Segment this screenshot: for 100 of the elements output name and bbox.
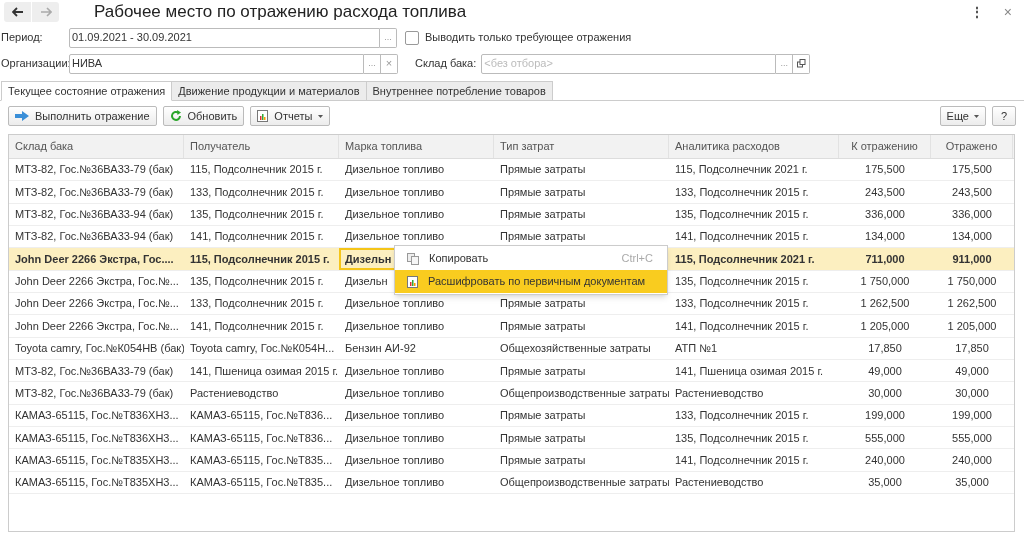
table-cell-text: John Deer 2266 Экстра, Гос.№... <box>15 296 179 312</box>
report-icon <box>257 110 269 122</box>
table-cell-text: 336,000 <box>865 207 905 223</box>
open-button[interactable] <box>793 53 811 74</box>
table-cell-text: Общепроизводственные затраты <box>500 385 669 401</box>
column-header[interactable]: Склад бака <box>9 135 184 158</box>
table-cell-text: Прямые затраты <box>500 363 586 379</box>
menu-item[interactable]: Расшифровать по первичным документам <box>395 270 667 293</box>
table-cell-text: 17,850 <box>868 341 902 357</box>
table-cell-text: Дизельное топливо <box>345 452 445 468</box>
table-cell-text: 1 750,000 <box>947 274 997 290</box>
table-cell-text: 133, Подсолнечник 2015 г. <box>675 184 809 200</box>
refresh-button[interactable]: Обновить <box>162 106 245 126</box>
menu-item[interactable]: Копировать Ctrl+C <box>395 247 667 270</box>
table-cell-text: Дизельн <box>345 274 388 290</box>
table-cell-text: Дизельное топливо <box>345 296 445 312</box>
open-window-icon <box>796 59 806 68</box>
table-cell-text: 133, Подсолнечник 2015 г. <box>190 184 324 200</box>
checkbox-label: Выводить только требующее отражения <box>425 30 632 46</box>
table-cell-text: 555,000 <box>865 430 905 446</box>
table-cell-text: 133, Подсолнечник 2015 г. <box>675 408 809 424</box>
table-cell-text: Растениеводство <box>675 475 764 491</box>
table-cell-text: Растениеводство <box>675 385 764 401</box>
table-cell-text: 135, Подсолнечник 2015 г. <box>675 430 809 446</box>
table-cell-text: 141, Подсолнечник 2015 г. <box>675 229 809 245</box>
table-cell-text: КАМАЗ-65115, Гос.№Т835ХН3... <box>15 452 179 468</box>
caret-icon <box>318 114 324 118</box>
table-cell-text: 49,000 <box>868 363 902 379</box>
table-cell-text: Прямые затраты <box>500 452 586 468</box>
window-title: Рабочее место по отражению расхода топлива <box>94 1 468 24</box>
back-button[interactable] <box>4 2 31 22</box>
table-cell-text: КАМАЗ-65115, Гос.№Т835... <box>190 475 333 491</box>
table-cell-text: Дизельное топливо <box>345 475 445 491</box>
column-header[interactable]: Получатель <box>184 135 339 158</box>
table-cell-text: 133, Подсолнечник 2015 г. <box>675 296 809 312</box>
table-cell-text: Дизельное топливо <box>345 318 445 334</box>
arrow-right-icon <box>39 7 52 17</box>
table-cell-text: КАМАЗ-65115, Гос.№Т836... <box>190 430 333 446</box>
table-cell-text: Бензин АИ-92 <box>345 341 416 357</box>
tab[interactable]: Движение продукции и материалов <box>172 81 367 101</box>
table-cell-text: КАМАЗ-65115, Гос.№Т835ХН3... <box>15 475 179 491</box>
column-header[interactable]: Аналитика расходов <box>669 135 839 158</box>
tab[interactable]: Внутреннее потребление товаров <box>366 81 553 101</box>
table-cell-text: 17,850 <box>955 341 989 357</box>
table-cell-text: КАМАЗ-65115, Гос.№Т836... <box>190 408 333 424</box>
table-cell-text: 135, Подсолнечник 2015 г. <box>190 207 324 223</box>
table-cell-text: 911,000 <box>952 251 992 267</box>
table-cell-text: Прямые затраты <box>500 207 586 223</box>
period-field[interactable]: 01.09.2021 - 30.09.2021 <box>69 27 380 48</box>
table-cell-text: 135, Подсолнечник 2015 г. <box>190 274 324 290</box>
table-cell-text: 240,000 <box>952 452 992 468</box>
column-header[interactable]: Марка топлива <box>339 135 494 158</box>
table-cell-text: 115, Подсолнечник 2015 г. <box>190 251 330 267</box>
post-button[interactable]: Выполнить отражение <box>8 106 157 126</box>
reports-button[interactable]: Отчеты <box>250 106 331 126</box>
tab[interactable]: Текущее состояние отражения <box>1 81 173 101</box>
table-cell-text: МТЗ-82, Гос.№36ВА33-79 (бак) <box>15 385 174 401</box>
table-cell-text: 240,000 <box>865 452 905 468</box>
column-header[interactable]: Отражено <box>931 135 1013 158</box>
table-cell-text: Прямые затраты <box>500 229 586 245</box>
table-cell-text: 141, Пшеница озимая 2015 г. <box>190 363 339 379</box>
table-cell-text: 1 262,500 <box>860 296 910 312</box>
table-cell-text: Прямые затраты <box>500 318 586 334</box>
organization-field[interactable]: НИВА <box>69 53 364 74</box>
table-cell-text: КАМАЗ-65115, Гос.№Т835... <box>190 452 333 468</box>
table-cell-text: МТЗ-82, Гос.№36ВА33-94 (бак) <box>15 207 174 223</box>
column-header[interactable]: К отражению <box>839 135 931 158</box>
table-cell-text: 175,500 <box>865 162 905 178</box>
table-cell-text: 711,000 <box>865 251 905 267</box>
table-cell-text: 243,500 <box>952 184 992 200</box>
table-cell-text: Дизельное топливо <box>345 229 445 245</box>
table-cell-text: 175,500 <box>952 162 992 178</box>
refresh-icon <box>169 110 182 122</box>
table-cell-text: 336,000 <box>952 207 992 223</box>
table-cell-text: Toyota camry, Гос.№К054Н... <box>190 341 335 357</box>
table-cell-text: Общехозяйственные затраты <box>500 341 651 357</box>
table-cell-text: Прямые затраты <box>500 162 586 178</box>
more-menu-button[interactable]: ⋮ <box>965 1 988 23</box>
column-header[interactable]: Тип затрат <box>494 135 669 158</box>
table-cell-text: 555,000 <box>952 430 992 446</box>
table-cell-text: Дизельное топливо <box>345 184 445 200</box>
more-button[interactable]: Еще <box>939 106 986 126</box>
help-button[interactable]: ? <box>992 106 1016 126</box>
arrow-right-icon <box>15 111 29 121</box>
table-cell-text: 135, Подсолнечник 2015 г. <box>675 274 809 290</box>
table-cell-text: 199,000 <box>952 408 992 424</box>
table-cell-text: 133, Подсолнечник 2015 г. <box>190 296 324 312</box>
table-cell-text: Прямые затраты <box>500 184 586 200</box>
close-button[interactable]: × <box>1001 1 1014 23</box>
table-cell-text: 115, Подсолнечник 2021 г. <box>675 251 815 267</box>
table-cell-text: 1 262,500 <box>947 296 997 312</box>
table-cell-text: 134,000 <box>865 229 905 245</box>
field-label: Организации: <box>0 56 69 72</box>
report-icon <box>407 275 418 288</box>
table-cell-text: 1 205,000 <box>947 318 997 334</box>
table-cell-text: 141, Подсолнечник 2015 г. <box>675 318 809 334</box>
table-cell-text: МТЗ-82, Гос.№36ВА33-79 (бак) <box>15 363 174 379</box>
checkbox[interactable] <box>405 30 419 45</box>
table-cell-text: Прямые затраты <box>500 430 586 446</box>
table-cell-text: Дизельное топливо <box>345 207 445 223</box>
